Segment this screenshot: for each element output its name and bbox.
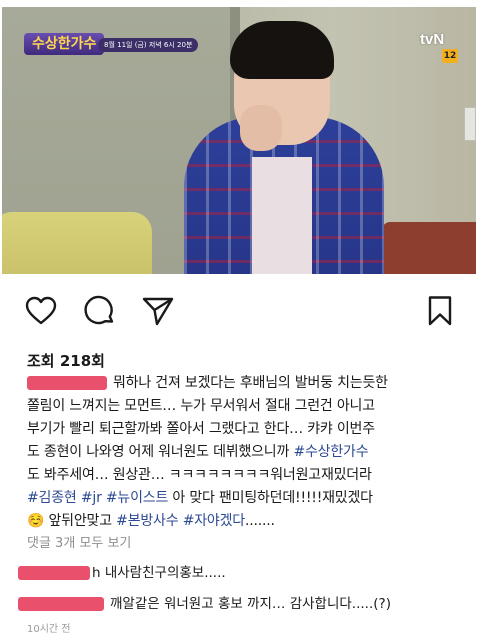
channel-logo: tvN <box>420 31 445 48</box>
caption-text-7-end: ....... <box>244 513 275 529</box>
show-schedule: 8월 11일 (금) 저녁 6시 20분 <box>98 38 199 52</box>
post-action-bar <box>0 288 480 332</box>
redacted-username <box>27 376 107 390</box>
person-hand <box>240 105 282 151</box>
redacted-commenter[interactable] <box>18 566 90 580</box>
caption-text-6: 아 맞다 팬미팅하던데!!!!!재밌겠다 <box>172 490 373 506</box>
comment-button[interactable] <box>83 294 117 328</box>
post-video[interactable]: 수상한가수 8월 11일 (금) 저녁 6시 20분 tvN 12 <box>2 7 476 274</box>
caption-text-7: 앞뒤안맞고 <box>48 513 113 529</box>
red-chair <box>382 222 476 274</box>
hashtag-link[interactable]: #자야겠다 <box>183 513 245 529</box>
light-switch <box>464 107 476 141</box>
comment-icon <box>84 295 114 325</box>
caption-line-1: 뭐하나 건져 보겠다는 후배님의 발버둥 치는듯한 <box>27 372 467 395</box>
yellow-sofa <box>2 212 152 274</box>
comment-text: h 내사람친구의홍보..... <box>92 565 226 581</box>
comment-text: 깨알같은 워너원고 홍보 까지… 감사합니다.....(?) <box>110 596 391 612</box>
person-hair <box>230 21 334 79</box>
heart-icon <box>25 296 57 325</box>
hashtag-link[interactable]: #김종현 <box>27 490 77 506</box>
caption-line-4: 도 종현이 나와영 어제 워너원도 데뷔했으니까 #수상한가수 <box>27 441 467 464</box>
view-count: 조회 218회 <box>27 352 105 370</box>
caption-line-2: 쫄림이 느껴지는 모먼트… 누가 무서워서 절대 그런건 아니고 <box>27 398 375 414</box>
show-logo: 수상한가수 <box>24 33 105 55</box>
redacted-commenter[interactable] <box>18 597 104 611</box>
caption-line-3: 부기가 빨리 퇴근할까봐 쫄아서 그랬다고 한다… 캬캬 이번주 <box>27 421 375 437</box>
hashtag-link[interactable]: #본방사수 <box>116 513 178 529</box>
smile-emoji-icon: ☺️ <box>27 513 45 529</box>
post-caption: 뭐하나 건져 보겠다는 후배님의 발버둥 치는듯한 쫄림이 느껴지는 모먼트… … <box>27 372 467 533</box>
like-button[interactable] <box>24 294 58 328</box>
send-icon <box>142 297 174 326</box>
caption-text-4: 도 종현이 나와영 어제 워너원도 데뷔했으니까 <box>27 444 290 460</box>
bookmark-icon <box>428 296 452 326</box>
caption-line-7: ☺️ 앞뒤안맞고 #본방사수 #자야겠다....... <box>27 510 467 533</box>
hashtag-link[interactable]: #뉴이스트 <box>106 490 168 506</box>
caption-line-6: #김종현 #jr #뉴이스트 아 맞다 팬미팅하던데!!!!!재밌겠다 <box>27 487 467 510</box>
hashtag-link[interactable]: #jr <box>81 490 102 506</box>
comment-item: 깨알같은 워너원고 홍보 까지… 감사합니다.....(?) <box>18 592 468 612</box>
person-tshirt <box>252 157 312 274</box>
age-rating-badge: 12 <box>442 49 458 63</box>
caption-line-5: 도 봐주세여… 원상관… ㅋㅋㅋㅋㅋㅋㅋㅋ워너원고재밌더라 <box>27 467 372 483</box>
share-button[interactable] <box>141 294 175 328</box>
view-all-comments-link[interactable]: 댓글 3개 모두 보기 <box>27 532 131 551</box>
post-timestamp: 10시간 전 <box>27 624 71 635</box>
comment-item: h 내사람친구의홍보..... <box>18 561 468 581</box>
caption-text-1: 뭐하나 건져 보겠다는 후배님의 발버둥 치는듯한 <box>113 375 388 391</box>
save-button[interactable] <box>423 294 457 328</box>
hashtag-link[interactable]: #수상한가수 <box>293 444 368 460</box>
